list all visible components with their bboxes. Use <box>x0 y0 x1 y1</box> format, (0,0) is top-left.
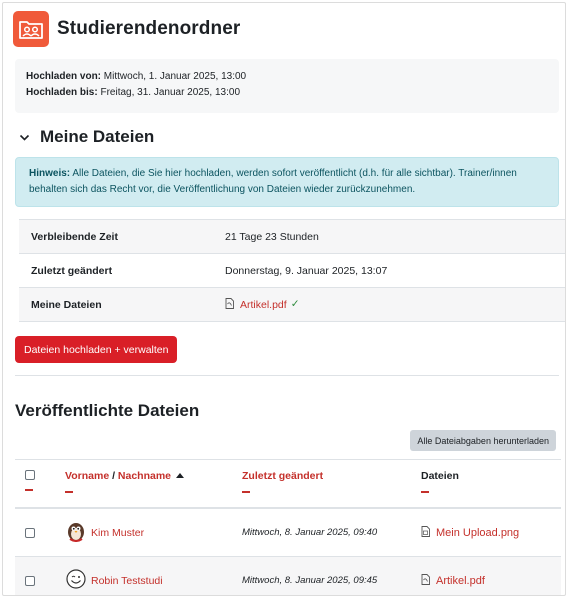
image-file-icon <box>421 525 430 540</box>
select-all-checkbox[interactable] <box>25 470 35 480</box>
pdf-file-icon <box>225 297 234 312</box>
sort-indicator <box>242 491 250 493</box>
file-link[interactable]: Mein Upload.png <box>436 526 519 538</box>
row-checkbox[interactable] <box>25 527 35 538</box>
close-date-label: Hochladen bis: <box>26 87 98 98</box>
status-label: Zuletzt geändert <box>31 264 113 277</box>
row-select-cell <box>15 527 65 538</box>
sort-first-name-link[interactable]: Vorname <box>65 470 109 482</box>
sort-last-name-link[interactable]: Nachname <box>118 470 171 482</box>
assignment-page: Studierendenordner Hochladen von: Mittwo… <box>2 2 566 596</box>
download-all-button[interactable]: Alle Dateiabgaben herunterladen <box>410 430 556 451</box>
modified-column-header: Zuletzt geändert <box>242 470 421 507</box>
status-row-my-files: Meine Dateien Artikel.pdf ✓ <box>19 288 565 322</box>
my-files-section-toggle[interactable]: Meine Dateien <box>19 127 154 147</box>
status-row-time-remaining: Verbleibende Zeit 21 Tage 23 Stunden <box>19 220 565 254</box>
upload-dates: Hochladen von: Mittwoch, 1. Januar 2025,… <box>15 59 559 113</box>
my-file-link[interactable]: Artikel.pdf <box>240 298 287 310</box>
modified-date: Mittwoch, 8. Januar 2025, 09:40 <box>242 527 378 538</box>
open-date-value: Mittwoch, 1. Januar 2025, 13:00 <box>103 71 247 82</box>
sort-indicator <box>421 491 429 493</box>
upload-manage-button[interactable]: Dateien hochladen + verwalten <box>15 336 178 363</box>
table-header: Vorname / Nachname Zuletzt geändert Date… <box>15 459 561 509</box>
chevron-down-icon[interactable] <box>19 132 30 143</box>
table-row: Kim Muster Mittwoch, 8. Januar 2025, 09:… <box>15 509 561 557</box>
section-divider <box>15 375 559 376</box>
table-row: Robin Teststudi Mittwoch, 8. Januar 2025… <box>15 557 561 595</box>
row-checkbox[interactable] <box>25 575 35 586</box>
file-link[interactable]: Artikel.pdf <box>436 574 485 586</box>
published-files-title: Veröffentlichte Dateien <box>15 401 200 420</box>
publish-notice: Hinweis: Alle Dateien, die Sie hier hoch… <box>15 157 559 207</box>
sort-ascending-icon <box>176 473 185 478</box>
page-header: Studierendenordner <box>13 11 240 47</box>
folder-group-icon <box>13 11 49 47</box>
status-label: Meine Dateien <box>31 298 102 311</box>
close-date-value: Freitag, 31. Januar 2025, 13:00 <box>100 87 241 98</box>
notice-label: Hinweis: <box>29 168 71 179</box>
status-label: Verbleibende Zeit <box>31 230 118 243</box>
sort-indicator <box>65 491 73 493</box>
modified-date: Mittwoch, 8. Januar 2025, 09:45 <box>242 575 378 586</box>
status-value: Donnerstag, 9. Januar 2025, 13:07 <box>225 264 388 277</box>
check-icon: ✓ <box>290 298 300 311</box>
status-row-last-modified: Zuletzt geändert Donnerstag, 9. Januar 2… <box>19 254 565 288</box>
notice-text: Alle Dateien, die Sie hier hochladen, we… <box>29 168 517 195</box>
name-column-header: Vorname / Nachname <box>65 470 242 507</box>
pdf-file-icon <box>421 573 430 588</box>
open-date-line: Hochladen von: Mittwoch, 1. Januar 2025,… <box>26 69 548 85</box>
user-cell: Kim Muster <box>65 520 242 545</box>
header-separator: / <box>109 470 118 482</box>
files-column-header: Dateien <box>421 470 561 507</box>
penguin-avatar-icon[interactable] <box>65 520 87 545</box>
smiley-avatar-icon[interactable] <box>65 568 87 593</box>
row-select-cell <box>15 575 65 586</box>
sort-indicator <box>25 489 33 491</box>
open-date-label: Hochladen von: <box>26 71 102 82</box>
submission-status-table: Verbleibende Zeit 21 Tage 23 Stunden Zul… <box>19 219 565 322</box>
published-files-table: Vorname / Nachname Zuletzt geändert Date… <box>15 459 561 595</box>
close-date-line: Hochladen bis: Freitag, 31. Januar 2025,… <box>26 85 548 101</box>
status-value: Artikel.pdf ✓ <box>225 297 300 312</box>
user-cell: Robin Teststudi <box>65 568 242 593</box>
sort-modified-link[interactable]: Zuletzt geändert <box>242 470 323 482</box>
select-all-column <box>15 470 65 507</box>
user-name-link[interactable]: Robin Teststudi <box>91 575 163 587</box>
user-name-link[interactable]: Kim Muster <box>91 527 144 539</box>
my-files-title: Meine Dateien <box>40 127 155 146</box>
status-value: 21 Tage 23 Stunden <box>225 230 319 243</box>
file-cell: Mein Upload.png <box>421 525 561 540</box>
files-header-label: Dateien <box>421 470 459 482</box>
file-cell: Artikel.pdf <box>421 573 561 588</box>
page-title: Studierendenordner <box>57 18 241 39</box>
